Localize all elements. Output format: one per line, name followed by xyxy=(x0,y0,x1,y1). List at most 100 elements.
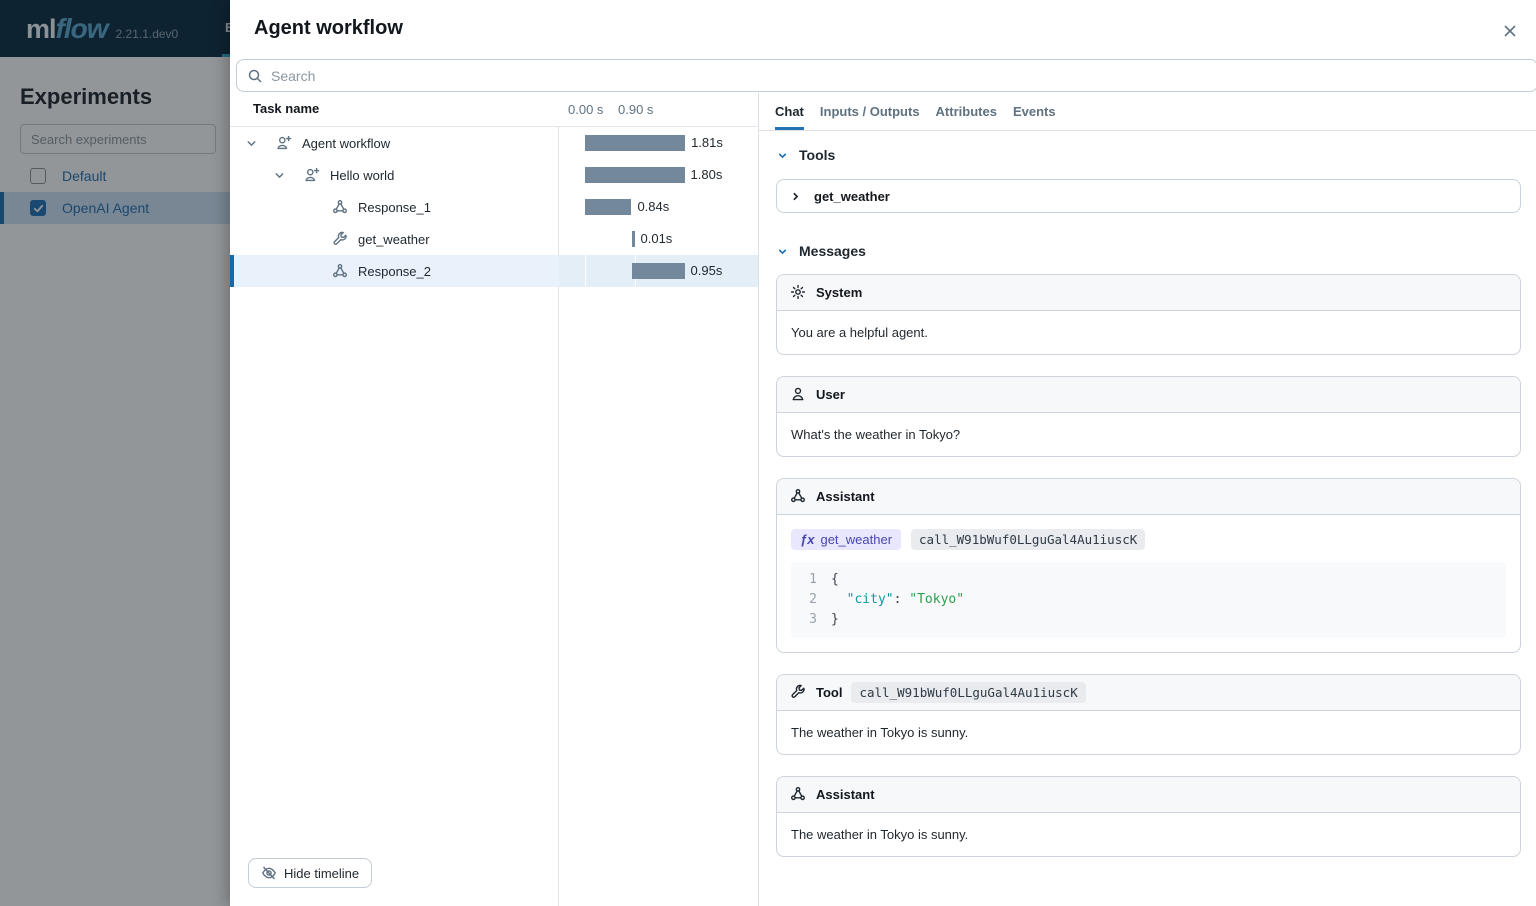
function-chip[interactable]: ƒx get_weather xyxy=(791,529,901,550)
code-token: "city" xyxy=(847,592,894,607)
tab-chat[interactable]: Chat xyxy=(775,93,804,130)
trace-search-input[interactable] xyxy=(271,68,1527,84)
duration-bar xyxy=(632,231,635,247)
message-role-label: Assistant xyxy=(816,489,875,504)
tool-call-id-chip: call_W91bWuf0LLguGal4Au1iuscK xyxy=(851,682,1085,703)
fx-icon: ƒx xyxy=(800,532,814,547)
search-icon xyxy=(247,68,263,84)
code-text: } xyxy=(831,610,839,630)
duration-label: 0.84s xyxy=(637,199,669,215)
tools-section-label: Tools xyxy=(799,147,835,163)
timeline-cell: 0.95s xyxy=(559,255,758,287)
message-card-body: What's the weather in Tokyo? xyxy=(777,413,1520,456)
agent-icon xyxy=(304,167,320,183)
timeline-cell: 0.01s xyxy=(559,223,758,255)
duration-bar xyxy=(632,263,685,279)
span-tree-pane: Task name 0.00 s 0.90 s Agent workflow 1.… xyxy=(230,93,759,906)
task-name-column-header: Task name xyxy=(253,101,319,116)
tree-row[interactable]: Response_2 0.95s xyxy=(230,255,758,287)
code-line: 1{ xyxy=(791,570,1506,590)
tree-node-label: Agent workflow xyxy=(302,136,390,151)
function-name-label: get_weather xyxy=(820,532,892,547)
modal-title: Agent workflow xyxy=(254,17,403,40)
tree-row[interactable]: get_weather 0.01s xyxy=(230,223,758,255)
tree-row-name-cell: get_weather xyxy=(230,223,559,255)
message-card: Toolcall_W91bWuf0LLguGal4Au1iuscKThe wea… xyxy=(776,674,1521,755)
message-card-header: Toolcall_W91bWuf0LLguGal4Au1iuscK xyxy=(777,675,1520,711)
duration-label: 1.81s xyxy=(691,135,723,151)
code-token: } xyxy=(831,612,839,627)
tool-expander-label: get_weather xyxy=(814,189,890,204)
details-content: Tools get_weather Messages System You are… xyxy=(759,131,1536,906)
message-card-header: Assistant xyxy=(777,777,1520,813)
message-role-label: Assistant xyxy=(816,787,875,802)
model-icon xyxy=(790,786,807,803)
message-card: System You are a helpful agent. xyxy=(776,274,1521,355)
user-icon xyxy=(790,386,807,403)
hide-timeline-button[interactable]: Hide timeline xyxy=(248,858,372,888)
timeline-tick-0: 0.00 s xyxy=(568,102,603,117)
trace-modal: Agent workflow Task name 0.00 s 0.90 s A… xyxy=(230,0,1536,906)
line-number: 2 xyxy=(791,590,817,610)
message-card-header: System xyxy=(777,275,1520,311)
message-card-header: User xyxy=(777,377,1520,413)
arguments-code-block: 1{2 "city": "Tokyo"3} xyxy=(791,562,1506,638)
tab-attributes[interactable]: Attributes xyxy=(936,93,997,130)
line-number: 3 xyxy=(791,610,817,630)
message-text: The weather in Tokyo is sunny. xyxy=(791,827,1506,842)
span-details-pane: Chat Inputs / Outputs Attributes Events Too… xyxy=(759,93,1536,906)
tree-node-label: Response_1 xyxy=(358,200,431,215)
tree-node-label: Hello world xyxy=(330,168,394,183)
message-card: User What's the weather in Tokyo? xyxy=(776,376,1521,457)
code-line: 3} xyxy=(791,610,1506,630)
code-text: { xyxy=(831,570,839,590)
hide-timeline-label: Hide timeline xyxy=(284,866,359,881)
tree-row[interactable]: Response_1 0.84s xyxy=(230,191,758,223)
messages-section-label: Messages xyxy=(799,243,866,259)
tree-row[interactable]: Hello world 1.80s xyxy=(230,159,758,191)
modal-body: Task name 0.00 s 0.90 s Agent workflow 1.… xyxy=(230,93,1536,906)
timeline-cell: 1.80s xyxy=(559,159,758,191)
tools-section-header[interactable]: Tools xyxy=(776,147,1521,163)
chevron-down-icon[interactable] xyxy=(266,169,292,182)
model-icon xyxy=(790,488,807,505)
message-role-label: User xyxy=(816,387,845,402)
message-text: What's the weather in Tokyo? xyxy=(791,427,1506,442)
chevron-down-icon[interactable] xyxy=(238,137,264,150)
tool-call-id-chip: call_W91bWuf0LLguGal4Au1iuscK xyxy=(911,529,1145,550)
span-tree-rows: Agent workflow 1.81s Hello world 1.80s Respo… xyxy=(230,127,758,287)
tab-events[interactable]: Events xyxy=(1013,93,1056,130)
timeline-cell: 0.84s xyxy=(559,191,758,223)
message-text: You are a helpful agent. xyxy=(791,325,1506,340)
duration-label: 0.95s xyxy=(691,263,723,279)
tab-inputs-outputs[interactable]: Inputs / Outputs xyxy=(820,93,920,130)
code-token: : xyxy=(894,592,910,607)
messages-section-header[interactable]: Messages xyxy=(776,243,1521,259)
tool-call-chips: ƒx get_weather call_W91bWuf0LLguGal4Au1ius… xyxy=(791,529,1506,550)
duration-label: 1.80s xyxy=(691,167,723,183)
tree-header: Task name 0.00 s 0.90 s xyxy=(230,93,758,127)
code-text: "city": "Tokyo" xyxy=(831,590,964,610)
message-card: Assistant The weather in Tokyo is sunny. xyxy=(776,776,1521,857)
model-icon xyxy=(332,199,348,215)
timeline-tick-1: 0.90 s xyxy=(618,102,653,117)
messages-list: System You are a helpful agent. User What's… xyxy=(776,274,1521,857)
message-card-header: Assistant xyxy=(777,479,1520,515)
tool-definition-expander[interactable]: get_weather xyxy=(776,179,1521,213)
message-card-body: The weather in Tokyo is sunny. xyxy=(777,813,1520,856)
gear-icon xyxy=(790,284,807,301)
chevron-down-icon xyxy=(776,245,789,258)
duration-bar xyxy=(585,199,631,215)
tree-row[interactable]: Agent workflow 1.81s xyxy=(230,127,758,159)
code-token: { xyxy=(831,572,839,587)
duration-label: 0.01s xyxy=(641,231,673,247)
timeline-cell: 1.81s xyxy=(559,127,758,159)
timeline-gridline xyxy=(585,255,586,287)
tree-node-label: Response_2 xyxy=(358,264,431,279)
message-card-body: The weather in Tokyo is sunny. xyxy=(777,711,1520,754)
wrench-icon xyxy=(332,231,348,247)
eye-off-icon xyxy=(261,865,277,881)
tree-row-name-cell: Agent workflow xyxy=(230,127,559,159)
timeline-gridline xyxy=(635,191,636,223)
close-icon[interactable] xyxy=(1498,19,1522,43)
